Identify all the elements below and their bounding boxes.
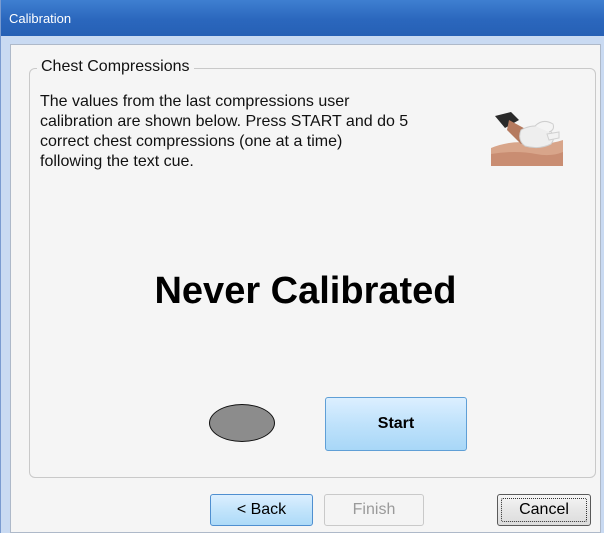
status-indicator-light bbox=[209, 404, 275, 442]
instructions-line: The values from the last compressions us… bbox=[40, 93, 350, 110]
back-button[interactable]: < Back bbox=[210, 494, 313, 526]
instructions-line: correct chest compressions (one at a tim… bbox=[40, 133, 343, 150]
window-title: Calibration bbox=[9, 11, 72, 26]
title-bar[interactable]: Calibration bbox=[1, 0, 604, 36]
finish-button[interactable]: Finish bbox=[324, 494, 424, 526]
instructions-line: following the text cue. bbox=[40, 153, 194, 170]
cancel-button[interactable]: Cancel bbox=[497, 494, 591, 526]
calibration-status: Never Calibrated bbox=[154, 270, 457, 312]
cancel-button-label: Cancel bbox=[519, 501, 569, 518]
group-legend: Chest Compressions bbox=[37, 58, 194, 76]
instructions-text: The values from the last compressions us… bbox=[40, 92, 460, 172]
dialog-client-area: Chest Compressions The values from the l… bbox=[10, 44, 601, 533]
chest-compression-photo bbox=[491, 110, 563, 166]
start-button[interactable]: Start bbox=[325, 397, 467, 451]
instructions-line: calibration are shown below. Press START… bbox=[40, 113, 409, 130]
calibration-window: Calibration Chest Compressions The value… bbox=[0, 0, 604, 533]
chest-compression-photo-icon bbox=[491, 112, 563, 166]
